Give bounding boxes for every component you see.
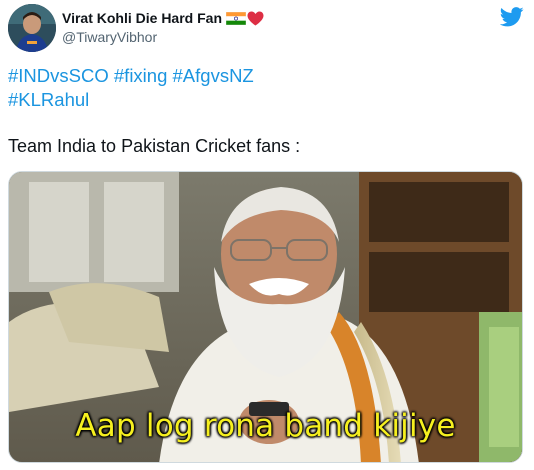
author-handle[interactable]: @TiwaryVibhor: [62, 29, 157, 45]
avatar[interactable]: [8, 4, 56, 52]
author-display-name[interactable]: Virat Kohli Die Hard Fan: [62, 10, 222, 26]
hashtag-link[interactable]: #AfgvsNZ: [173, 65, 254, 86]
tweet-media[interactable]: Aap log rona band kijiye: [8, 171, 523, 463]
red-heart-icon: [247, 11, 264, 25]
media-subtitle: Aap log rona band kijiye: [75, 408, 456, 444]
tweet-card: Virat Kohli Die Hard Fan @TiwaryVibhor #…: [0, 0, 534, 470]
tweet-text: Team India to Pakistan Cricket fans :: [8, 136, 301, 156]
hashtag-link[interactable]: #INDvsSCO: [8, 65, 109, 86]
avatar-image: [8, 4, 56, 52]
twitter-bird-icon[interactable]: [500, 7, 524, 27]
hashtag-link[interactable]: #fixing: [114, 65, 167, 86]
hashtag-link[interactable]: #KLRahul: [8, 89, 89, 110]
author-name-row[interactable]: Virat Kohli Die Hard Fan: [62, 9, 264, 27]
india-flag-icon: [226, 11, 246, 25]
hashtags: #INDvsSCO #fixing #AfgvsNZ #KLRahul: [8, 64, 508, 112]
